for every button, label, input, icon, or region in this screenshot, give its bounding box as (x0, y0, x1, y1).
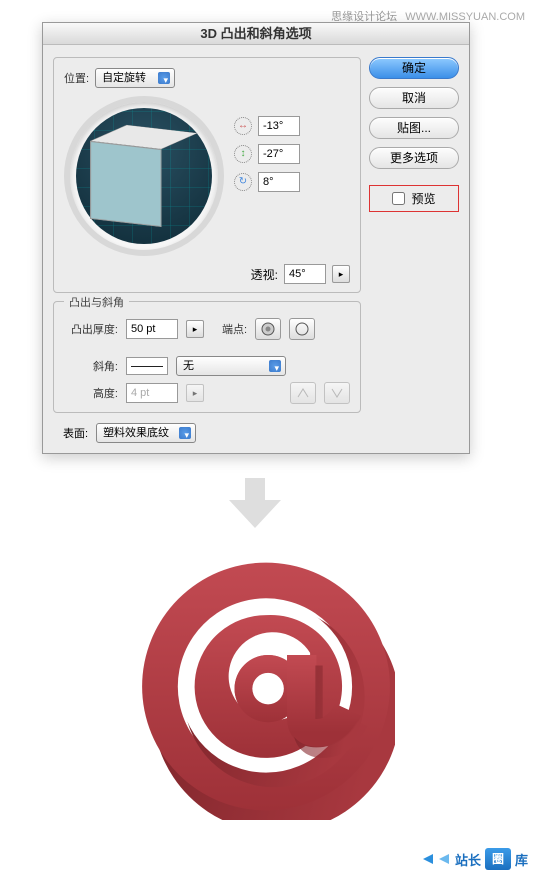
preview-label: 预览 (411, 190, 435, 207)
position-dropdown[interactable]: 自定旋转 (95, 68, 175, 88)
bevel-out-button (324, 382, 350, 404)
footer-brand-post: 库 (515, 850, 528, 869)
rotate-y-icon (234, 145, 252, 163)
map-art-button[interactable]: 贴图... (369, 117, 459, 139)
cancel-button[interactable]: 取消 (369, 87, 459, 109)
bevel-in-button (290, 382, 316, 404)
bevel-height-input (126, 383, 178, 403)
down-arrow-icon (225, 478, 285, 528)
position-value: 自定旋转 (102, 72, 146, 84)
rotate-z-input[interactable] (258, 172, 300, 192)
depth-stepper[interactable]: ▸ (186, 320, 204, 338)
footer-arrow-icon (423, 854, 433, 864)
rotation-trackball[interactable] (64, 96, 224, 256)
surface-label: 表面: (63, 425, 88, 441)
rotate-y-input[interactable] (258, 144, 300, 164)
bevel-dropdown[interactable]: 无 (176, 356, 286, 376)
perspective-input[interactable] (284, 264, 326, 284)
cap-label: 端点: (222, 321, 247, 337)
preview-cube (108, 133, 179, 219)
surface-dropdown[interactable]: 塑料效果底纹 (96, 423, 196, 443)
result-at-symbol (135, 540, 395, 820)
footer-brand-icon (485, 848, 511, 870)
surface-value: 塑料效果底纹 (103, 427, 169, 439)
rotate-x-input[interactable] (258, 116, 300, 136)
footer-brand-pre: 站长 (455, 850, 481, 869)
rotate-x-icon (234, 117, 252, 135)
position-label: 位置: (64, 70, 89, 86)
bevel-swatch (126, 357, 168, 375)
cap-off-button[interactable] (289, 318, 315, 340)
ok-button[interactable]: 确定 (369, 57, 459, 79)
preview-checkbox-group[interactable]: 预览 (369, 185, 459, 212)
extrude-depth-label: 凸出厚度: (64, 321, 118, 337)
bevel-height-label: 高度: (64, 385, 118, 401)
dialog-3d-extrude-bevel: 3D 凸出和斜角选项 位置: 自定旋转 (42, 22, 470, 454)
footer-logo: 站长 库 (423, 848, 528, 870)
bevel-value: 无 (183, 360, 194, 372)
dialog-title: 3D 凸出和斜角选项 (43, 23, 469, 45)
height-stepper: ▸ (186, 384, 204, 402)
preview-checkbox[interactable] (392, 192, 405, 205)
bevel-label: 斜角: (64, 358, 118, 374)
extrude-bevel-fieldset: 凸出厚度: ▸ 端点: 斜角: 无 (53, 301, 361, 413)
cap-on-button[interactable] (255, 318, 281, 340)
perspective-label: 透视: (251, 266, 278, 283)
footer-arrow-icon (439, 854, 449, 864)
extrude-depth-input[interactable] (126, 319, 178, 339)
rotate-z-icon (234, 173, 252, 191)
more-options-button[interactable]: 更多选项 (369, 147, 459, 169)
perspective-stepper[interactable]: ▸ (332, 265, 350, 283)
rotation-fieldset: 位置: 自定旋转 (53, 57, 361, 293)
